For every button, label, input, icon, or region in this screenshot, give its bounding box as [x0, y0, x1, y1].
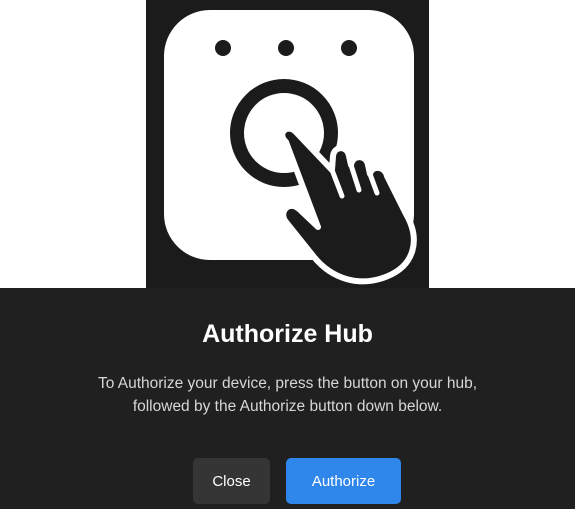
- hub-light-dot: [278, 40, 294, 56]
- dialog-message-line: To Authorize your device, press the butt…: [97, 375, 478, 392]
- dialog-message-line: followed by the Authorize button down be…: [132, 398, 443, 415]
- close-button[interactable]: Close: [193, 458, 270, 504]
- hub-press-button-icon: [164, 10, 417, 285]
- dialog-message: To Authorize your device, press the butt…: [30, 372, 545, 418]
- authorize-button[interactable]: Authorize: [286, 458, 401, 504]
- hub-illustration: [146, 0, 429, 288]
- hub-light-dot: [341, 40, 357, 56]
- dialog-title: Authorize Hub: [202, 320, 373, 348]
- hub-light-dot: [215, 40, 231, 56]
- authorize-dialog: Authorize Hub To Authorize your device, …: [0, 288, 575, 509]
